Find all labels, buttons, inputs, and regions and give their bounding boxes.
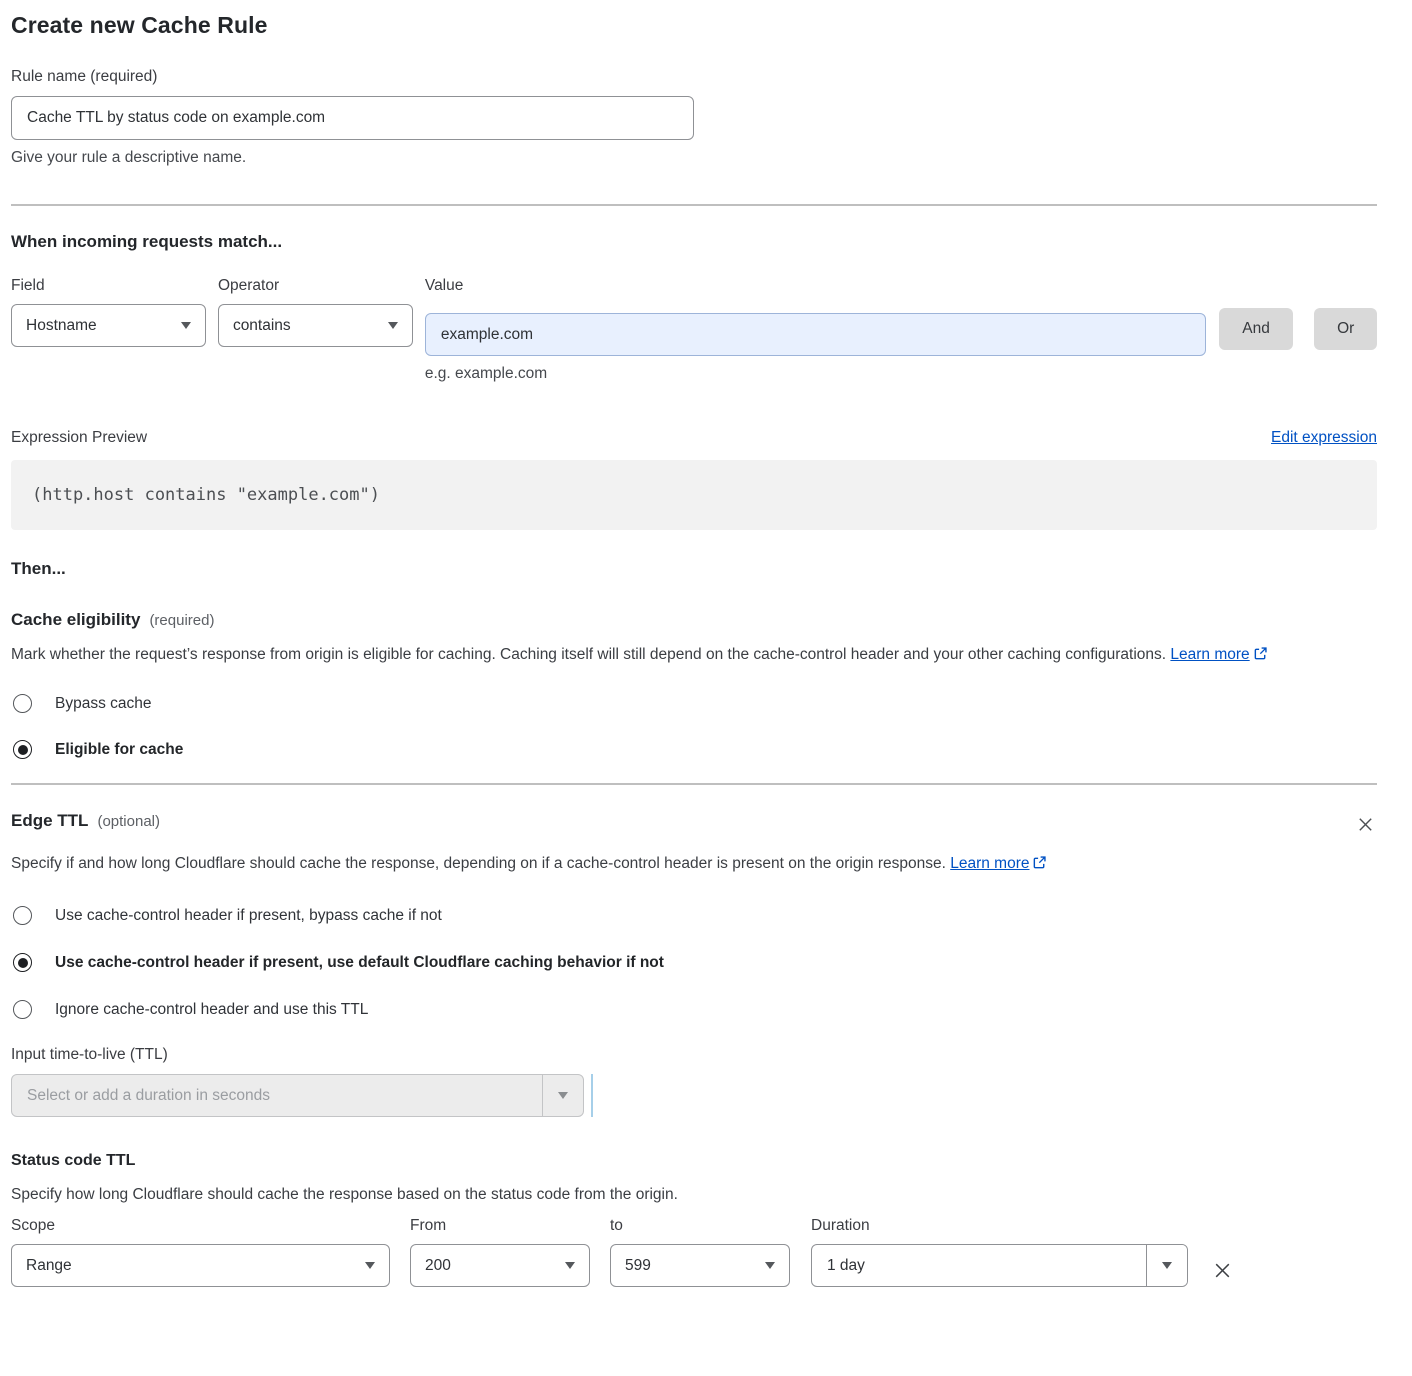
close-icon	[1212, 1269, 1233, 1284]
chevron-down-icon	[542, 1075, 583, 1116]
value-input[interactable]	[425, 313, 1206, 356]
ttl-input-label: Input time-to-live (TTL)	[11, 1046, 1377, 1064]
edge-ttl-close-button[interactable]	[1354, 813, 1377, 839]
chevron-down-icon	[765, 1262, 775, 1269]
radio-label: Ignore cache-control header and use this…	[55, 1001, 368, 1019]
to-select-value: 599	[625, 1257, 651, 1275]
radio-label: Eligible for cache	[55, 741, 183, 759]
match-heading: When incoming requests match...	[11, 232, 1377, 252]
field-label: Field	[11, 277, 206, 295]
scope-select-value: Range	[26, 1257, 72, 1275]
field-select[interactable]: Hostname	[11, 304, 206, 347]
status-code-ttl-description: Specify how long Cloudflare should cache…	[11, 1186, 1377, 1204]
radio-button	[13, 906, 32, 925]
then-heading: Then...	[11, 559, 1377, 579]
chevron-down-icon	[1146, 1245, 1187, 1286]
edit-expression-link[interactable]: Edit expression	[1271, 429, 1377, 447]
duration-select[interactable]: 1 day	[811, 1244, 1188, 1287]
expression-preview-label: Expression Preview	[11, 429, 147, 447]
from-label: From	[410, 1217, 590, 1235]
cache-eligibility-description: Mark whether the request’s response from…	[11, 641, 1377, 671]
close-icon	[1356, 822, 1375, 837]
cache-eligibility-qualifier: (required)	[149, 612, 214, 629]
chevron-down-icon	[181, 322, 191, 329]
chevron-down-icon	[365, 1262, 375, 1269]
radio-button	[13, 1000, 32, 1019]
edge-ttl-qualifier: (optional)	[97, 813, 160, 830]
external-link-icon	[1253, 643, 1268, 671]
chevron-down-icon	[388, 322, 398, 329]
from-select[interactable]: 200	[410, 1244, 590, 1287]
radio-bypass-cache[interactable]: Bypass cache	[11, 694, 1377, 713]
rule-name-input[interactable]	[11, 96, 694, 140]
rule-name-help: Give your rule a descriptive name.	[11, 149, 1377, 167]
chevron-down-icon	[565, 1262, 575, 1269]
cache-eligibility-title: Cache eligibility	[11, 610, 140, 630]
duration-select-value: 1 day	[812, 1245, 1146, 1286]
radio-use-header-bypass[interactable]: Use cache-control header if present, byp…	[11, 906, 1377, 925]
radio-ignore-header[interactable]: Ignore cache-control header and use this…	[11, 1000, 1377, 1019]
edge-ttl-title: Edge TTL	[11, 811, 88, 831]
value-label: Value	[425, 277, 1206, 295]
operator-select-value: contains	[233, 317, 291, 335]
edge-ttl-description: Specify if and how long Cloudflare shoul…	[11, 850, 1111, 880]
operator-select[interactable]: contains	[218, 304, 413, 347]
radio-use-header-default[interactable]: Use cache-control header if present, use…	[11, 953, 1377, 972]
page-title: Create new Cache Rule	[11, 12, 1377, 39]
scope-select[interactable]: Range	[11, 1244, 390, 1287]
radio-label: Use cache-control header if present, byp…	[55, 907, 442, 925]
expression-preview-box: (http.host contains "example.com")	[11, 460, 1377, 530]
external-link-icon	[1032, 852, 1047, 880]
learn-more-link[interactable]: Learn more	[1170, 646, 1249, 663]
remove-status-ttl-button[interactable]	[1210, 1258, 1235, 1286]
status-code-ttl-title: Status code TTL	[11, 1152, 1377, 1170]
create-cache-rule-form: Create new Cache Rule Rule name (require…	[0, 0, 1412, 1307]
or-button[interactable]: Or	[1314, 308, 1377, 350]
ttl-select-placeholder: Select or add a duration in seconds	[12, 1075, 542, 1116]
section-divider	[11, 783, 1377, 785]
radio-label: Bypass cache	[55, 695, 152, 713]
status-code-ttl-row: Scope Range From 200 to 599 Duration 1 d…	[11, 1217, 1377, 1287]
duration-label: Duration	[811, 1217, 1188, 1235]
radio-label: Use cache-control header if present, use…	[55, 954, 664, 972]
learn-more-link[interactable]: Learn more	[950, 855, 1029, 872]
value-help: e.g. example.com	[425, 365, 1206, 383]
match-condition-row: Field Hostname Operator contains Value e…	[11, 277, 1377, 383]
text-cursor	[591, 1074, 593, 1117]
to-label: to	[610, 1217, 790, 1235]
radio-button	[13, 694, 32, 713]
and-button[interactable]: And	[1219, 308, 1293, 350]
ttl-duration-select[interactable]: Select or add a duration in seconds	[11, 1074, 584, 1117]
field-select-value: Hostname	[26, 317, 97, 335]
rule-name-label: Rule name (required)	[11, 68, 1377, 86]
from-select-value: 200	[425, 1257, 451, 1275]
operator-label: Operator	[218, 277, 413, 295]
scope-label: Scope	[11, 1217, 390, 1235]
radio-button	[13, 740, 32, 759]
to-select[interactable]: 599	[610, 1244, 790, 1287]
section-divider	[11, 204, 1377, 206]
radio-eligible-for-cache[interactable]: Eligible for cache	[11, 740, 1377, 759]
radio-button	[13, 953, 32, 972]
